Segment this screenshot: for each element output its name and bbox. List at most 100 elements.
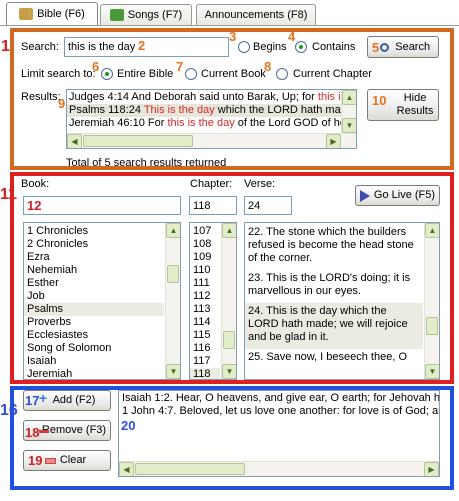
clear-button[interactable]: 19 Clear — [23, 450, 111, 471]
verse-item[interactable]: 22. The stone which the builders refused… — [245, 224, 423, 270]
scroll-right-icon[interactable]: ▶ — [424, 462, 439, 476]
tab-songs[interactable]: Songs (F7) — [100, 4, 192, 25]
chapter-list-thumb[interactable] — [223, 331, 235, 349]
annotation-2: 2 — [138, 38, 146, 53]
scroll-up-icon[interactable]: ▲ — [425, 223, 439, 238]
results-hscroll[interactable]: ◀ ▶ — [67, 133, 356, 148]
entire-bible-radio[interactable] — [101, 68, 113, 80]
book-list-item[interactable]: Esther — [24, 277, 164, 290]
book-list[interactable]: 1 Chronicles 2 Chronicles Ezra Nehemiah … — [23, 222, 181, 380]
book-label: Book: — [21, 178, 50, 190]
book-list-item-selected[interactable]: Psalms — [24, 303, 164, 316]
remove-button[interactable]: 18 Remove (F3) — [23, 420, 111, 441]
verse-input[interactable]: 24 — [244, 196, 292, 215]
arrow-right-icon — [359, 189, 370, 202]
hide-results-button[interactable]: 10 Hide Results — [367, 89, 439, 121]
verse-list-vscroll[interactable]: ▲ ▼ — [424, 223, 439, 379]
chapter-list-item[interactable]: 116 — [190, 342, 220, 355]
book-list-item[interactable]: Ecclesiastes — [24, 329, 164, 342]
begins-radio[interactable] — [238, 41, 250, 53]
annotation-7: 7 — [176, 59, 184, 74]
chapter-list-item-selected[interactable]: 118 — [190, 368, 220, 379]
book-list-item[interactable]: Isaiah — [24, 355, 164, 368]
current-book-label: Current Book — [201, 68, 266, 80]
tab-announcements[interactable]: Announcements (F8) — [196, 4, 316, 25]
book-input[interactable]: 12 — [23, 196, 181, 215]
results-label: Results: — [21, 91, 61, 103]
scroll-down-icon[interactable]: ▼ — [425, 364, 439, 379]
chapter-list-item[interactable]: 117 — [190, 355, 220, 368]
current-chapter-label: Current Chapter — [293, 68, 372, 80]
book-list-item[interactable]: Jeremiah — [24, 368, 164, 379]
chapter-list-item[interactable]: 112 — [190, 290, 220, 303]
search-button[interactable]: 5 Search — [367, 36, 439, 58]
results-list[interactable]: Judges 4:14 And Deborah said unto Barak,… — [66, 89, 357, 149]
chapter-list-item[interactable]: 115 — [190, 329, 220, 342]
book-list-item[interactable]: Proverbs — [24, 316, 164, 329]
verse-list-thumb[interactable] — [426, 317, 438, 335]
result-row[interactable]: Jeremiah 46:10 For this is the day of th… — [67, 117, 346, 130]
verse-list[interactable]: 22. The stone which the builders refused… — [244, 222, 440, 380]
annotation-1: 1 — [1, 38, 10, 55]
current-book-radio[interactable] — [185, 68, 197, 80]
scroll-up-icon[interactable]: ▲ — [222, 223, 236, 238]
search-input[interactable]: this is the day — [64, 37, 229, 57]
current-chapter-radio[interactable] — [276, 68, 288, 80]
chapter-list[interactable]: 107 108 109 110 111 112 113 114 115 116 … — [189, 222, 237, 380]
result-row[interactable]: Psalms 118:24 This is the day which the … — [67, 104, 353, 117]
chapter-list-item[interactable]: 114 — [190, 316, 220, 329]
book-list-item[interactable]: Ezra — [24, 251, 164, 264]
verse-item[interactable]: 25. Save now, I beseech thee, O — [245, 349, 423, 369]
scroll-right-icon[interactable]: ▶ — [326, 134, 341, 148]
service-hscroll-thumb[interactable] — [135, 463, 245, 475]
book-list-item[interactable]: Song of Solomon — [24, 342, 164, 355]
annotation-18: 18 — [25, 425, 40, 440]
chapter-list-item[interactable]: 110 — [190, 264, 220, 277]
annotation-11: 11 — [0, 186, 17, 203]
magnifier-icon — [380, 42, 390, 52]
verse-item-selected[interactable]: 24. This is the day which the LORD hath … — [245, 303, 423, 349]
scroll-up-icon[interactable]: ▲ — [342, 90, 356, 105]
scroll-down-icon[interactable]: ▼ — [166, 364, 180, 379]
results-vscroll[interactable]: ▲ ▼ — [341, 90, 356, 133]
verse-item[interactable]: 23. This is the LORD's doing; it is marv… — [245, 270, 423, 303]
scroll-up-icon[interactable]: ▲ — [166, 223, 180, 238]
book-list-item[interactable]: 1 Chronicles — [24, 225, 164, 238]
book-list-item[interactable]: Job — [24, 290, 164, 303]
book-list-thumb[interactable] — [167, 265, 179, 283]
service-list[interactable]: Isaiah 1:2. Hear, O heavens, and give ea… — [118, 390, 440, 477]
contains-radio[interactable] — [295, 41, 307, 53]
chapter-list-vscroll[interactable]: ▲ ▼ — [221, 223, 236, 379]
scroll-down-icon[interactable]: ▼ — [342, 118, 356, 133]
book-list-vscroll[interactable]: ▲ ▼ — [165, 223, 180, 379]
service-hscroll[interactable]: ◀ ▶ — [119, 461, 439, 476]
scroll-left-icon[interactable]: ◀ — [67, 134, 82, 148]
annotation-9: 9 — [58, 96, 66, 111]
results-hscroll-thumb[interactable] — [83, 135, 193, 147]
go-live-button[interactable]: Go Live (F5) — [355, 185, 440, 206]
book-list-item[interactable]: 2 Chronicles — [24, 238, 164, 251]
chapter-list-item[interactable]: 111 — [190, 277, 220, 290]
eraser-icon — [45, 458, 56, 464]
scroll-left-icon[interactable]: ◀ — [119, 462, 134, 476]
tab-bible-label: Bible (F6) — [37, 8, 85, 20]
verse-rows: 22. The stone which the builders refused… — [245, 224, 423, 369]
results-rows: Judges 4:14 And Deborah said unto Barak,… — [67, 91, 353, 130]
tab-songs-label: Songs (F7) — [127, 9, 183, 21]
music-icon — [109, 9, 124, 21]
contains-label: Contains — [312, 41, 356, 53]
annotation-4: 4 — [288, 29, 296, 44]
tab-bible[interactable]: Bible (F6) — [6, 2, 98, 25]
service-list-item[interactable]: 1 John 4:7. Beloved, let us love one ano… — [119, 405, 439, 418]
chapter-list-item[interactable]: 109 — [190, 251, 220, 264]
entire-bible-label: Entire Bible — [117, 68, 174, 80]
chapter-input[interactable]: 118 — [189, 196, 237, 215]
result-row[interactable]: Judges 4:14 And Deborah said unto Barak,… — [67, 91, 346, 104]
chapter-list-item[interactable]: 113 — [190, 303, 220, 316]
add-button[interactable]: 17 + Add (F2) — [23, 390, 111, 411]
chapter-list-item[interactable]: 107 — [190, 225, 220, 238]
chapter-list-item[interactable]: 108 — [190, 238, 220, 251]
scroll-down-icon[interactable]: ▼ — [222, 364, 236, 379]
book-list-item[interactable]: Nehemiah — [24, 264, 164, 277]
service-list-item[interactable]: Isaiah 1:2. Hear, O heavens, and give ea… — [119, 392, 439, 405]
